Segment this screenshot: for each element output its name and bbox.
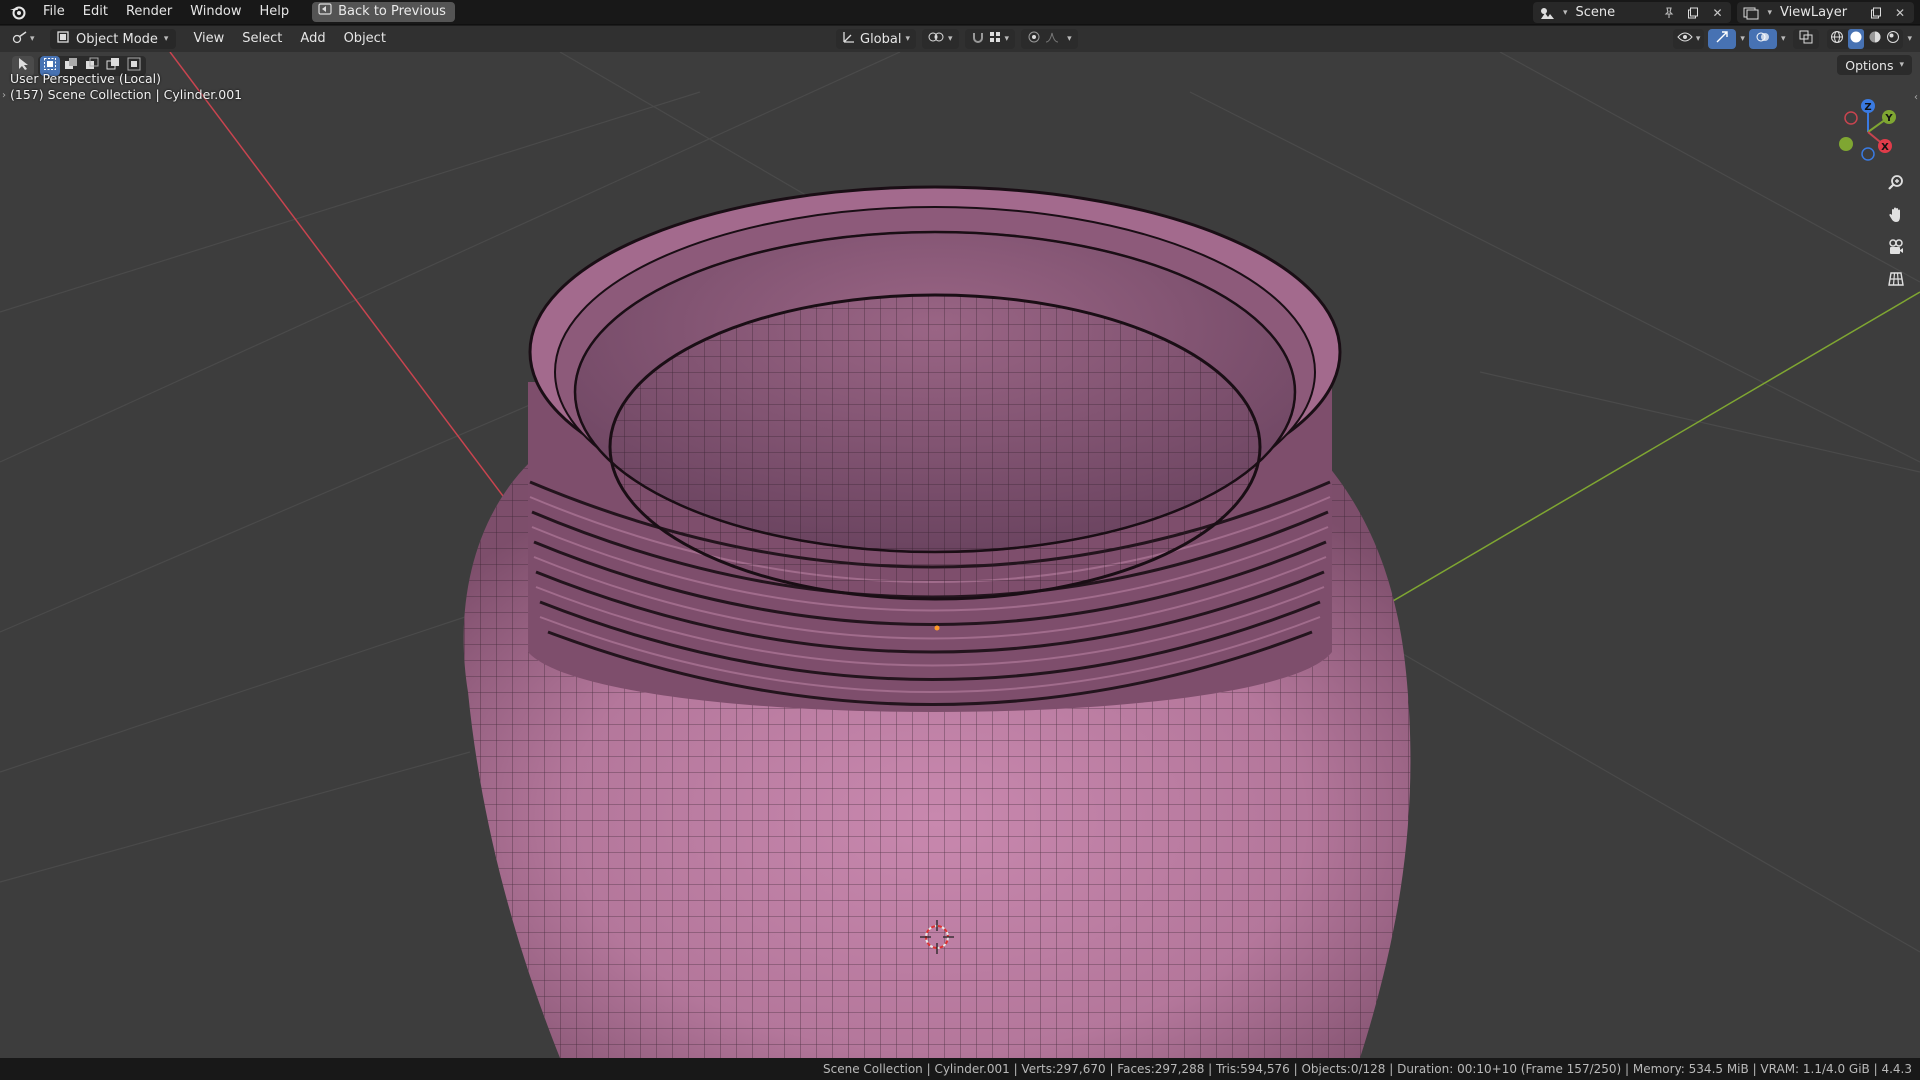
view-layer-name[interactable]: ViewLayer xyxy=(1780,5,1860,20)
solid-shading-icon[interactable] xyxy=(1848,29,1865,49)
gizmo-icon xyxy=(1715,30,1729,48)
ortho-toggle-button[interactable] xyxy=(1882,268,1910,294)
back-to-previous-button[interactable]: Back to Previous xyxy=(312,2,455,22)
zoom-button[interactable] xyxy=(1882,172,1910,198)
wireframe-shading-icon[interactable] xyxy=(1830,30,1844,48)
chevron-down-icon[interactable]: ▾ xyxy=(1907,34,1912,44)
pan-button[interactable] xyxy=(1882,204,1910,230)
chevron-down-icon[interactable]: ▾ xyxy=(1740,34,1745,44)
visibility-dropdown[interactable]: ▾ xyxy=(1672,29,1705,49)
xray-icon xyxy=(1799,30,1813,48)
new-view-layer-icon[interactable] xyxy=(1868,5,1884,21)
chevron-down-icon: ▾ xyxy=(1767,7,1772,18)
options-label: Options xyxy=(1845,57,1894,73)
navigation-gizmo[interactable]: Z Y X xyxy=(1830,92,1910,172)
overlay-icon xyxy=(1756,30,1770,48)
scene-render xyxy=(0,52,1920,1058)
proportional-icon xyxy=(1027,30,1041,48)
toolbar-expand-icon[interactable]: › xyxy=(2,90,6,101)
z-axis-label: Z xyxy=(1864,102,1871,113)
neg-y-axis-handle xyxy=(1839,137,1853,151)
menu-object[interactable]: Object xyxy=(335,29,395,49)
snap-icon xyxy=(971,30,985,48)
options-dropdown[interactable]: Options ▾ xyxy=(1837,55,1912,75)
chevron-down-icon: ▾ xyxy=(1695,34,1701,44)
camera-view-button[interactable] xyxy=(1882,236,1910,262)
3d-viewport[interactable]: › User Perspective (Local) (157) Scene C… xyxy=(0,52,1920,1058)
editor-type-icon xyxy=(12,30,28,48)
visibility-icon xyxy=(1677,31,1693,47)
falloff-icon xyxy=(1045,31,1063,47)
x-axis-label: X xyxy=(1881,142,1889,153)
chevron-down-icon: ▾ xyxy=(1562,7,1568,18)
menu-file[interactable]: File xyxy=(34,1,74,23)
pan-hand-icon xyxy=(1887,206,1905,228)
object-mode-icon xyxy=(56,30,70,48)
object-origin-dot xyxy=(934,625,940,631)
object-mode-label: Object Mode xyxy=(76,31,158,47)
y-axis-line xyxy=(1339,291,1920,633)
scene-name[interactable]: Scene xyxy=(1575,5,1653,20)
orientation-label: Global xyxy=(860,31,902,47)
chevron-down-icon: ▾ xyxy=(1004,34,1010,44)
menu-render[interactable]: Render xyxy=(117,1,181,23)
proportional-editing-toggle[interactable]: ▾ xyxy=(1021,29,1078,49)
chevron-down-icon[interactable]: ▾ xyxy=(1781,34,1786,44)
zoom-icon xyxy=(1887,174,1905,196)
view-layer-selector[interactable]: ▾ ViewLayer ✕ xyxy=(1737,2,1914,23)
menu-add[interactable]: Add xyxy=(291,29,334,49)
menu-help[interactable]: Help xyxy=(251,1,299,23)
top-bar: File Edit Render Window Help Back to Pre… xyxy=(0,0,1920,25)
x-axis-line xyxy=(169,52,561,573)
chevron-down-icon: ▾ xyxy=(1899,60,1904,70)
chevron-down-icon: ▾ xyxy=(948,34,953,44)
neg-z-axis-handle xyxy=(1861,147,1875,161)
navigation-tools xyxy=(1882,172,1910,294)
shading-modes xyxy=(1827,29,1904,49)
back-icon xyxy=(318,2,332,22)
back-button-label: Back to Previous xyxy=(338,4,446,19)
view-layer-icon xyxy=(1743,5,1759,21)
blender-logo-icon[interactable] xyxy=(8,2,28,22)
xray-toggle[interactable] xyxy=(1793,29,1820,49)
close-icon[interactable]: ✕ xyxy=(1892,5,1908,21)
snap-target-icon xyxy=(989,31,1001,47)
view-perspective-label: User Perspective (Local) xyxy=(10,71,161,86)
material-shading-icon[interactable] xyxy=(1868,30,1882,48)
chevron-down-icon: ▾ xyxy=(905,34,911,44)
overlay-toggle[interactable] xyxy=(1748,29,1777,49)
object-mode-dropdown[interactable]: Object Mode ▾ xyxy=(50,29,177,49)
menu-edit[interactable]: Edit xyxy=(74,1,117,23)
chevron-down-icon: ▾ xyxy=(30,34,35,44)
menu-view[interactable]: View xyxy=(184,29,233,49)
gizmo-toggle[interactable] xyxy=(1708,29,1737,49)
rendered-shading-icon[interactable] xyxy=(1886,30,1900,48)
transform-orientation-dropdown[interactable]: Global ▾ xyxy=(836,29,917,49)
menu-select[interactable]: Select xyxy=(233,29,291,49)
camera-icon xyxy=(1887,238,1905,260)
new-scene-icon[interactable] xyxy=(1685,5,1701,21)
scene-icon xyxy=(1539,5,1555,21)
chevron-down-icon: ▾ xyxy=(163,34,169,44)
pivot-point-dropdown[interactable]: ▾ xyxy=(922,29,959,49)
pin-icon[interactable] xyxy=(1661,5,1677,21)
menu-window[interactable]: Window xyxy=(181,1,250,23)
neg-x-axis-handle xyxy=(1844,111,1858,125)
close-icon[interactable]: ✕ xyxy=(1709,5,1725,21)
chevron-down-icon: ▾ xyxy=(1067,34,1072,44)
pivot-icon xyxy=(928,30,944,48)
grid-ortho-icon xyxy=(1887,270,1905,292)
status-bar: Scene Collection | Cylinder.001 | Verts:… xyxy=(0,1058,1920,1080)
y-axis-label: Y xyxy=(1884,113,1893,124)
scene-selector[interactable]: ▾ Scene ✕ xyxy=(1532,2,1732,23)
orientation-icon xyxy=(842,30,856,48)
viewport-header: ▾ Object Mode ▾ View Select Add Object G… xyxy=(0,26,1920,52)
collection-info-label: (157) Scene Collection | Cylinder.001 xyxy=(10,87,243,102)
snap-toggle[interactable]: ▾ xyxy=(964,29,1016,49)
sidebar-expand-icon[interactable]: ‹ xyxy=(1914,92,1918,103)
status-bar-text: Scene Collection | Cylinder.001 | Verts:… xyxy=(823,1062,1912,1076)
editor-type-selector[interactable]: ▾ xyxy=(12,30,42,48)
